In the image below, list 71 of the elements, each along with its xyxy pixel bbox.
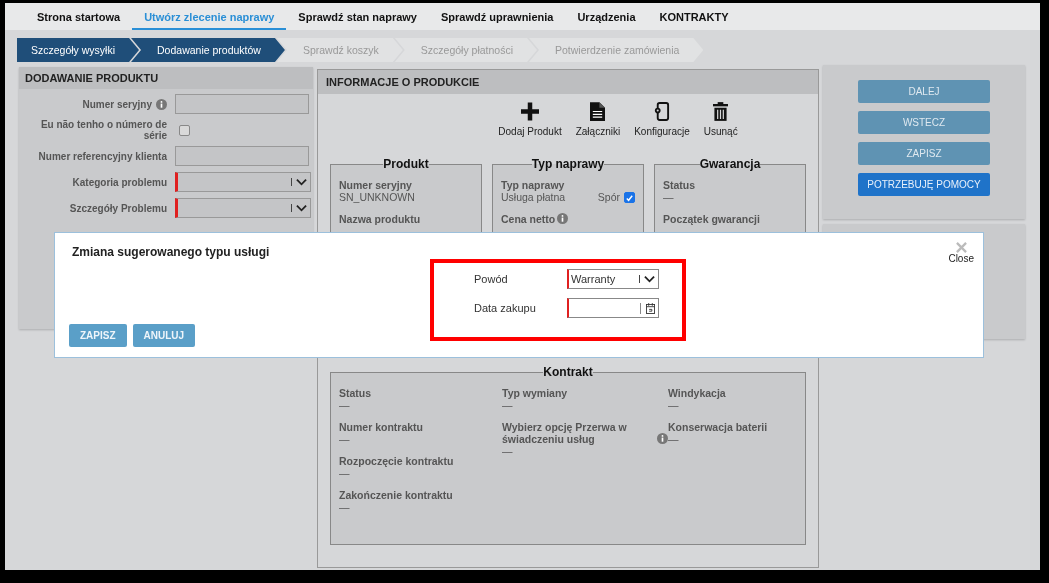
field-value: — (339, 467, 350, 479)
field-label: Numer referencyjny klienta (38, 150, 167, 162)
dropdown[interactable]: Warranty (567, 269, 659, 289)
caret-icon (291, 204, 310, 212)
field-label: Nazwa produktu (339, 213, 421, 225)
field-label: Windykacja (668, 387, 726, 399)
field-label: Rozpoczęcie kontraktu (339, 455, 454, 467)
field-label: Numer seryjny (339, 179, 412, 191)
wizard-step[interactable]: Szczegóły wysyłki (17, 38, 140, 62)
field-value: — (502, 399, 513, 411)
field-label: Wybierz opcję Przerwa w świadczeniu usług (502, 421, 628, 445)
close-button[interactable]: Close (948, 242, 974, 264)
field-value: — (339, 399, 350, 411)
info-icon (557, 213, 569, 224)
field-label: Numer kontraktu (339, 421, 423, 433)
dropdown[interactable] (175, 198, 311, 218)
toolbar-button[interactable]: Konfiguracje (632, 102, 692, 137)
plus-icon (521, 102, 539, 121)
document-icon (590, 102, 606, 121)
field-label: Data zakupu (474, 302, 537, 314)
nav-tab[interactable]: KONTRAKTY (647, 3, 741, 30)
toolbar-button[interactable]: Usunąć (701, 102, 740, 137)
field-label: Status (663, 179, 696, 191)
info-icon (657, 433, 668, 444)
section-title: Typ naprawy (531, 157, 605, 171)
field-label: Typ wymiany (502, 387, 568, 399)
field-label: Powód (474, 273, 509, 285)
nav-tab[interactable]: Urządzenia (565, 3, 648, 30)
field-label: Kategoria problemu (72, 176, 167, 188)
field-value: — (663, 191, 674, 203)
caret-icon (291, 178, 310, 186)
device-gear-icon (653, 102, 671, 121)
trash-icon (713, 102, 729, 121)
panel-title: DODAWANIE PRODUKTU (19, 67, 313, 89)
modal-title: Zmiana sugerowanego typu usługi (72, 245, 270, 259)
section-title: Produkt (383, 157, 429, 171)
nav-tab[interactable]: Sprawdź uprawnienia (428, 3, 566, 30)
panel-title: INFORMACJE O PRODUKCIE (318, 70, 818, 94)
field-label: Szczegóły Problemu (69, 202, 167, 214)
calendar-icon (640, 302, 658, 314)
checkbox[interactable] (179, 124, 190, 136)
flag-label: Spór (597, 191, 620, 203)
checkbox[interactable] (624, 191, 635, 203)
field-value: — (339, 501, 350, 513)
info-icon (156, 98, 167, 110)
field-value: — (502, 445, 513, 457)
field-value: — (668, 433, 679, 445)
field-label: Eu não tenho o número de série (39, 119, 167, 141)
wizard-step[interactable]: Dodawanie produktów (131, 38, 285, 62)
close-icon (955, 242, 967, 253)
field-label: Konserwacja baterii (668, 421, 768, 433)
action-button[interactable]: POTRZEBUJĘ POMOCY (858, 173, 990, 196)
nav-tab[interactable]: Strona startowa (25, 3, 133, 30)
nav-tab[interactable]: Sprawdź stan naprawy (286, 3, 429, 30)
toolbar-button[interactable]: Dodaj Produkt (496, 102, 564, 137)
caret-icon (639, 275, 658, 283)
field-label: Początek gwarancji (663, 213, 760, 225)
field-label: Status (339, 387, 372, 399)
section-title: Kontrakt (543, 365, 593, 379)
input-field[interactable] (175, 94, 309, 114)
field-label: Zakończenie kontraktu (339, 489, 453, 501)
field-value: — (339, 433, 350, 445)
date-field[interactable] (567, 298, 659, 318)
input-field[interactable] (175, 146, 309, 166)
field-value: — (668, 399, 679, 411)
field-label: Typ naprawy (501, 179, 565, 191)
section-title: Gwarancja (699, 157, 761, 171)
dropdown[interactable] (175, 172, 311, 192)
field-label: Numer seryjny (82, 98, 152, 110)
toolbar-button[interactable]: Załączniki (573, 102, 623, 137)
field-label: Cena netto (501, 213, 556, 225)
